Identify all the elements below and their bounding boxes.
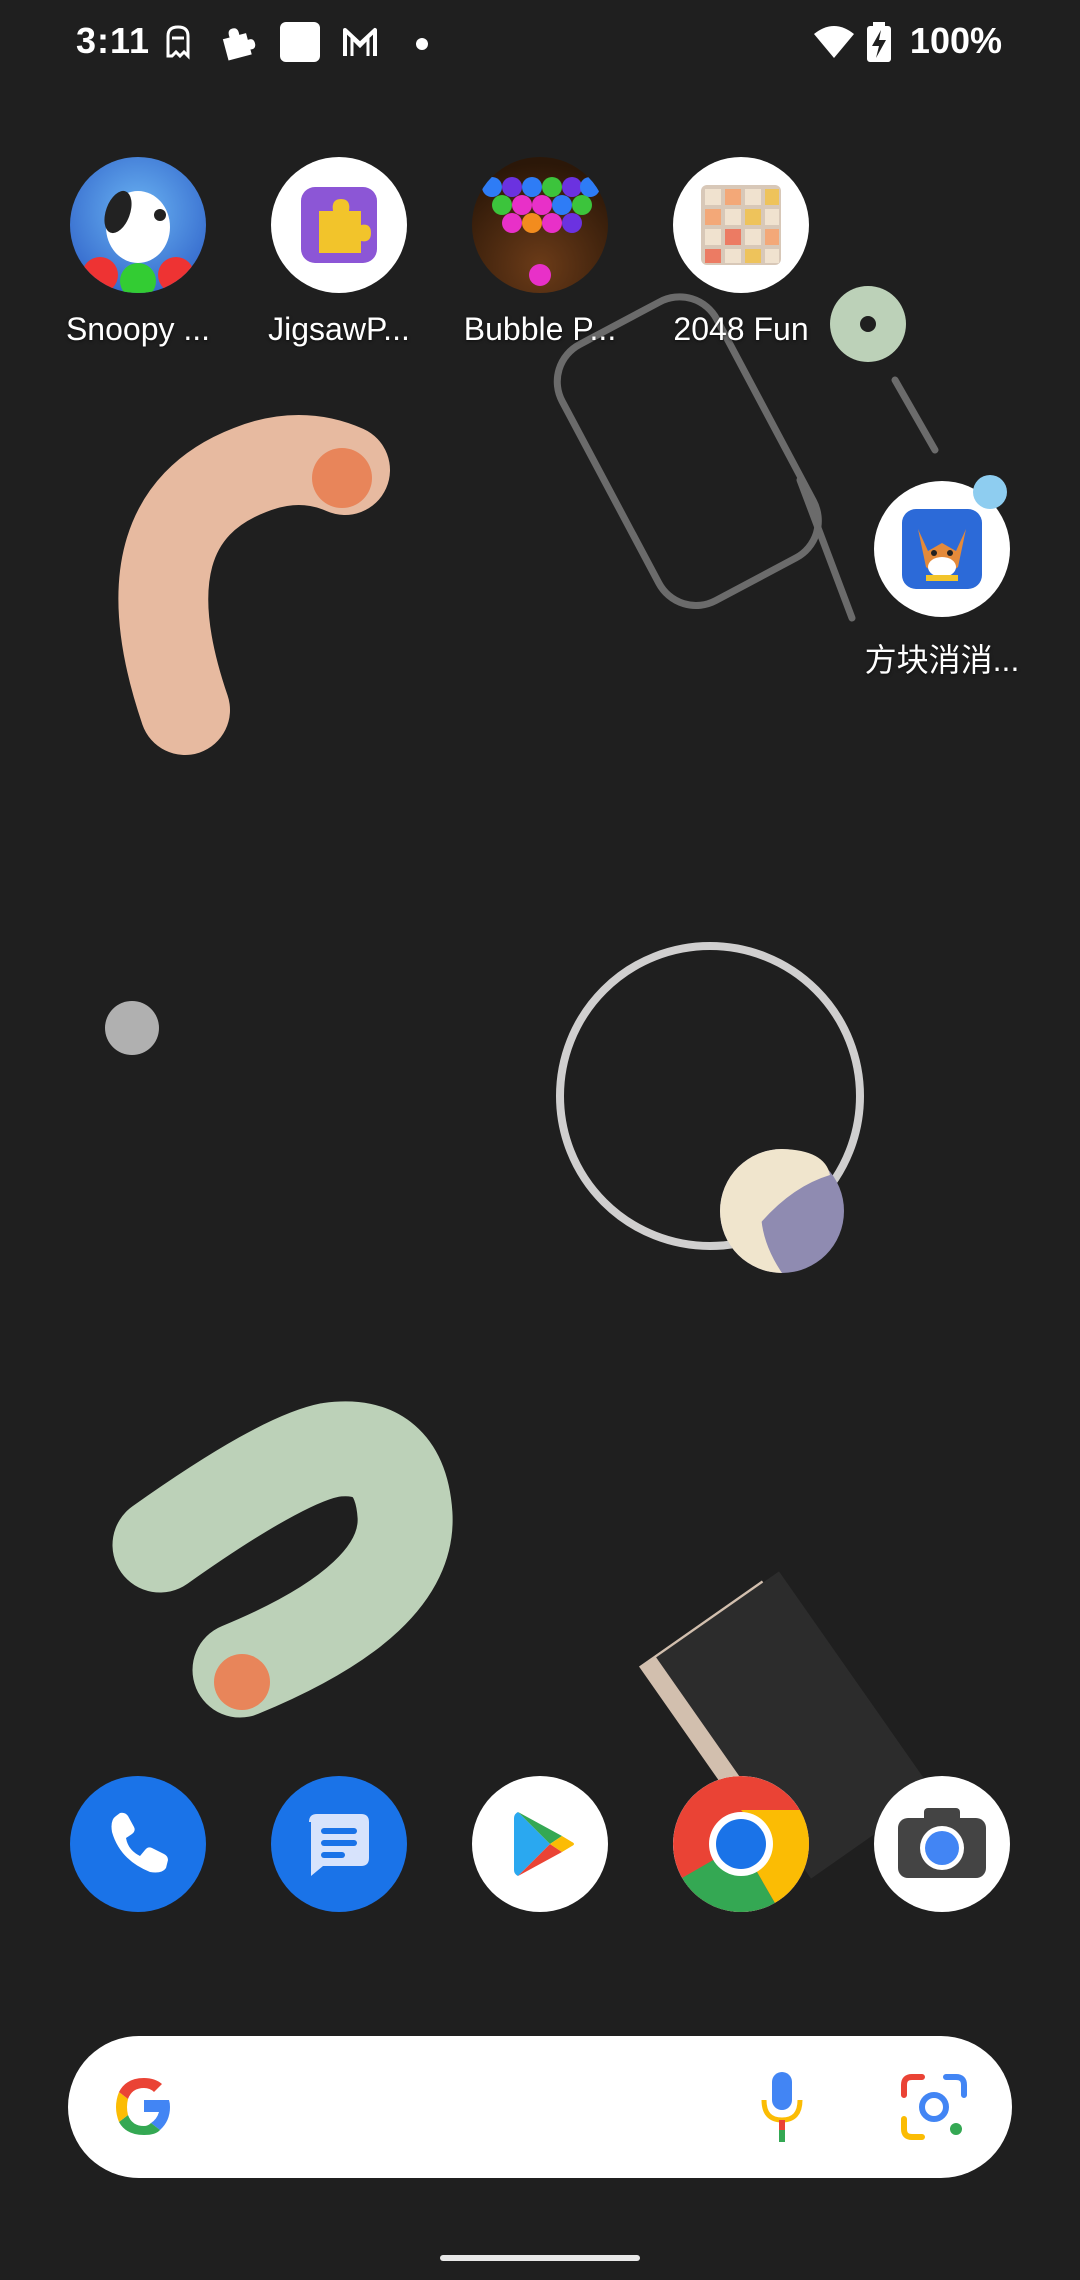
app-snoopy[interactable]: Snoopy ... [48,157,228,348]
google-lens-icon[interactable] [900,2073,968,2141]
notification-dot [973,475,1007,509]
status-time: 3:11 [76,20,151,61]
app-jigsaw-puzzle[interactable]: JigsawP... [249,157,429,348]
phone-icon[interactable] [70,1776,206,1912]
app-label: JigsawP... [268,311,410,347]
app-label: 2048 Fun [673,311,809,347]
more-notifications-dot-icon [416,38,428,50]
chrome-icon[interactable] [673,1776,809,1912]
puzzle-notification-icon [222,28,256,61]
battery-percent: 100% [909,20,1002,61]
battery-charging-icon [867,22,891,62]
app-label: Snoopy ... [65,311,211,347]
app-label: 方块消消... [864,642,1020,678]
google-g-icon [116,2078,170,2135]
app-bubble-pop[interactable]: Bubble P... [450,157,630,348]
app-label: Bubble P... [463,311,617,347]
2048-fun-icon [673,157,809,293]
camera-icon[interactable] [874,1776,1010,1912]
google-search-bar[interactable] [68,2036,1012,2178]
app-block-match[interactable]: 方块消消... [852,475,1032,681]
status-bar: 3:11 100% [0,0,1080,90]
wifi-icon [814,26,854,58]
gesture-nav-handle[interactable] [440,2255,640,2261]
jigsaw-puzzle-icon [271,157,407,293]
bubble-pop-icon [472,157,608,293]
gmail-icon [343,28,377,56]
microphone-icon[interactable] [760,2070,804,2144]
home-screen: 3:11 100% Snoopy ... JigsawP... Bubble P… [0,0,1080,2280]
app-2048-fun[interactable]: 2048 Fun [651,157,831,348]
play-store-icon[interactable] [472,1776,608,1912]
square-notification-icon [280,22,320,62]
snoopy-pop-icon [70,157,206,293]
messages-icon[interactable] [271,1776,407,1912]
ghost-notification-icon [166,25,190,60]
